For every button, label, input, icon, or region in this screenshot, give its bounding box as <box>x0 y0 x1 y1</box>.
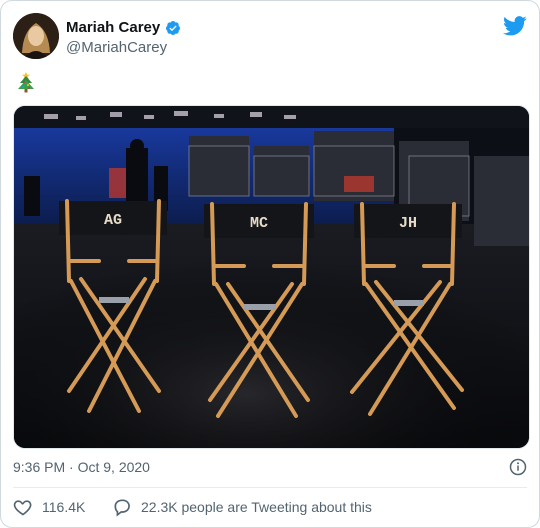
tweet-timestamp[interactable]: 9:36 PM · Oct 9, 2020 <box>13 459 150 475</box>
like-button[interactable]: 116.4K <box>13 497 85 517</box>
display-name[interactable]: Mariah Carey <box>66 19 160 36</box>
author-name-row[interactable]: Mariah Carey <box>66 19 181 36</box>
tweet-photo[interactable]: AG MC JH <box>13 105 530 449</box>
tweet-card: Mariah Carey @MariahCarey AG MC JH 9:36 … <box>0 0 540 528</box>
info-icon[interactable] <box>509 458 527 476</box>
conversation-text: 22.3K people are Tweeting about this <box>141 499 372 515</box>
chair-label: AG <box>104 212 122 229</box>
heart-icon <box>13 500 32 516</box>
christmas-tree-icon <box>18 72 34 93</box>
verified-badge-icon <box>166 20 181 35</box>
avatar[interactable] <box>13 13 59 59</box>
divider <box>13 487 527 488</box>
director-chairs-photo: AG MC JH <box>14 106 529 448</box>
chair-label: JH <box>399 215 417 232</box>
reply-bubble-icon <box>114 499 130 517</box>
twitter-bird-icon[interactable] <box>503 16 527 36</box>
conversation-link[interactable]: 22.3K people are Tweeting about this <box>112 497 372 517</box>
like-count: 116.4K <box>42 499 86 515</box>
user-handle[interactable]: @MariahCarey <box>66 39 167 56</box>
chair-label: MC <box>250 215 268 232</box>
